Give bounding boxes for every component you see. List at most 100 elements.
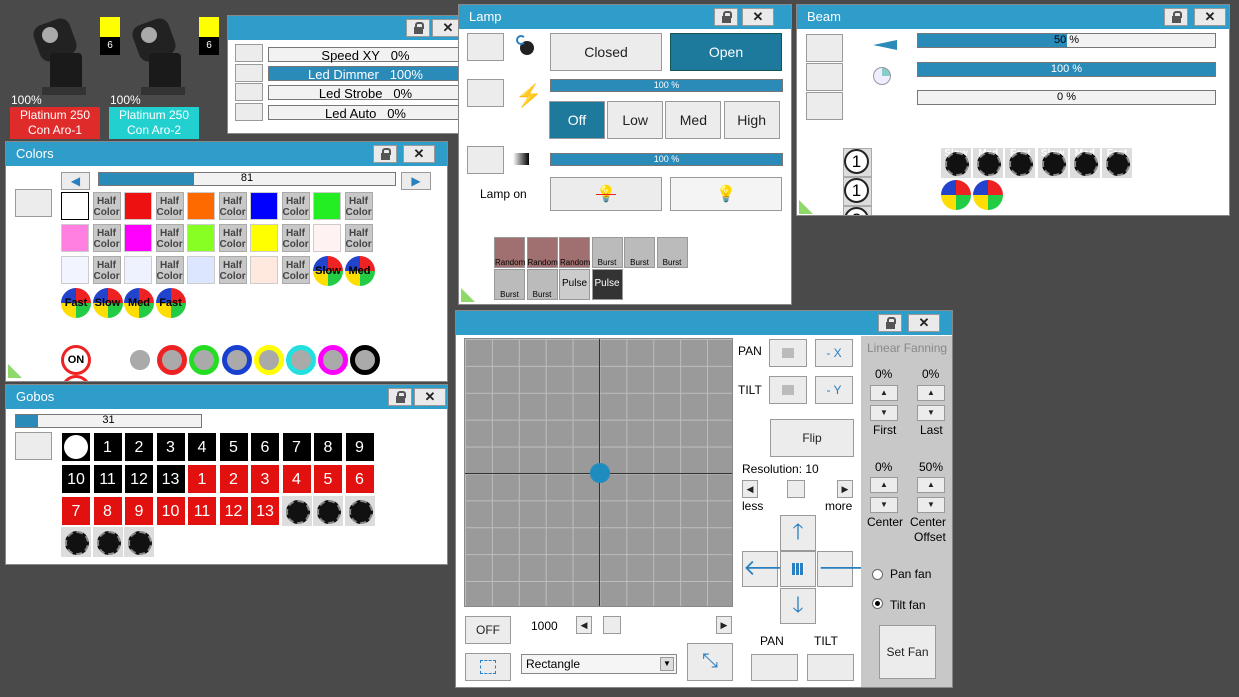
half-color-button[interactable]: Half Color [218,192,247,220]
dimmer-bar[interactable]: 100 % [550,79,783,92]
led-auto-bar[interactable]: Led Auto 0% [268,105,463,121]
gobo-button[interactable]: 9 [344,432,375,462]
gobo-rotate-button[interactable] [124,527,154,558]
pan-lock-button[interactable] [769,339,807,367]
color-ring-button[interactable] [253,345,284,375]
center-down[interactable]: ▼ [870,497,898,513]
fixture-1[interactable]: 100% Platinum 250 Con Aro-1 [10,15,100,139]
color-ring-button[interactable] [350,345,381,375]
strobe-off-button[interactable]: Off [549,101,605,139]
color-swatch[interactable] [61,192,89,220]
gobo-button[interactable]: 13 [155,463,186,494]
beam-rotation-button[interactable]: Med [973,148,1004,178]
gobo-button[interactable]: 7 [61,495,91,526]
color-ring-button[interactable] [221,345,252,375]
open-button[interactable]: Open [670,33,782,71]
color-swatch[interactable] [187,192,215,220]
color-swatch[interactable] [187,256,215,284]
colors-right-arrow[interactable]: ▶ [401,172,431,190]
lamp-off-button[interactable]: 💡 [550,177,662,211]
color-wheel-button[interactable]: Med [124,288,154,318]
xy-cursor[interactable] [590,463,610,483]
gobo-button[interactable]: 1 [187,463,217,494]
off-button[interactable]: OFF [61,375,91,381]
effect-button[interactable]: Burst [624,237,655,268]
gobo-button[interactable]: 9 [124,495,154,526]
color-ring-button[interactable] [157,345,188,375]
half-color-button[interactable]: Half Color [92,224,121,252]
effect-button[interactable]: Burst [494,269,525,300]
beam-rotation-button[interactable]: Fast [1102,148,1132,178]
effect-button[interactable]: Burst [656,237,688,268]
gobo-button[interactable]: 10 [155,495,186,526]
gobo-button[interactable]: 11 [187,495,217,526]
color-wheel-button[interactable]: Med [344,256,375,286]
lamp-on-button[interactable]: 💡 [670,177,782,211]
gobo-button[interactable]: 6 [250,432,280,462]
lock-icon[interactable] [388,388,412,406]
gobo-button[interactable]: 7 [281,432,312,462]
strobe-low-button[interactable]: Low [607,101,664,139]
color-swatch[interactable] [313,224,341,252]
close-button[interactable]: ✕ [1194,8,1226,26]
color-swatch[interactable] [250,224,278,252]
gobo-open-button[interactable] [61,432,91,462]
color-swatch[interactable] [61,224,89,252]
colors-reset-button[interactable] [15,189,52,217]
zoom-button[interactable] [467,146,504,174]
color-ring-button[interactable] [125,345,155,375]
beam-rotation-button[interactable]: Fast [1005,148,1036,178]
half-color-button[interactable]: Half Color [281,192,310,220]
gobos-reset-button[interactable] [15,432,52,460]
left-button[interactable]: 🡐 [742,551,802,587]
pan-fan-radio[interactable] [872,569,883,580]
strobe-high-button[interactable]: High [723,101,780,139]
tilt-fan-radio[interactable] [872,598,883,609]
gobo-button[interactable]: 8 [92,495,123,526]
led-dimmer-bar[interactable]: Led Dimmer 100% [268,66,463,82]
half-color-button[interactable]: Half Color [344,192,373,220]
half-color-button[interactable]: Half Color [281,256,310,284]
right-button[interactable]: 🡒 [817,551,877,587]
off-button[interactable]: OFF [465,616,511,644]
gobo-button[interactable]: 6 [344,463,375,494]
effect-button[interactable]: Burst [591,237,623,268]
lock-icon[interactable] [714,8,738,26]
gobo-rotate-button[interactable] [281,495,312,526]
lock-icon[interactable] [406,19,430,37]
beam-rotation-button[interactable]: Slow [1037,148,1068,178]
gobo-button[interactable]: 8 [313,432,343,462]
half-color-button[interactable]: Half Color [281,224,310,252]
down-button[interactable]: 🡓 [780,588,816,624]
gobo-button[interactable]: 12 [218,495,249,526]
gobo-button[interactable]: 2 [124,432,154,462]
close-button[interactable]: ✕ [403,145,435,163]
color-wheel-button[interactable]: Slow [313,256,343,286]
size-thumb[interactable] [603,616,621,634]
size-right[interactable]: ▶ [716,616,732,634]
beam-bar[interactable]: 0 % [917,90,1216,105]
color-wheel-button[interactable]: Fast [155,288,186,318]
size-left[interactable]: ◀ [576,616,592,634]
half-color-button[interactable]: Half Color [155,256,184,284]
color-swatch[interactable] [124,256,152,284]
lock-icon[interactable] [373,145,397,163]
gobo-button[interactable]: 11 [92,463,123,494]
up-button[interactable]: 🡑 [780,515,816,551]
gobo-button[interactable]: 1 [92,432,123,462]
gobo-button[interactable]: 3 [155,432,186,462]
effect-button[interactable]: Random [494,237,525,268]
lock-icon[interactable] [878,314,902,332]
beam-rotation-button[interactable]: Med [1069,148,1100,178]
strobe-med-button[interactable]: Med [665,101,722,139]
resolution-thumb[interactable] [787,480,805,498]
effect-button[interactable]: Burst [526,269,558,300]
beam-button-3[interactable] [806,92,843,120]
color-swatch[interactable] [250,256,278,284]
last-up[interactable]: ▲ [917,385,945,401]
half-color-button[interactable]: Half Color [92,256,121,284]
color-ring-button[interactable] [286,345,316,375]
half-color-button[interactable]: Half Color [344,224,373,252]
gobo-button[interactable]: 10 [61,463,91,494]
beam-color-wheel-button[interactable] [941,180,971,210]
